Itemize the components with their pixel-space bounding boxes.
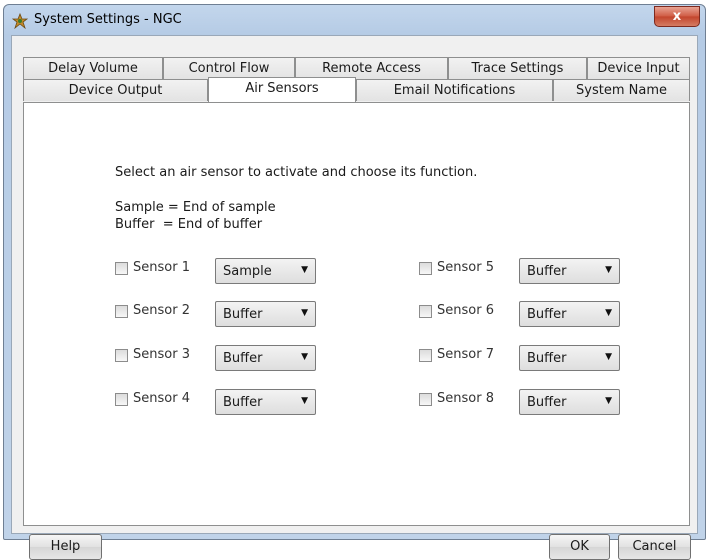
sensor-8-label: Sensor 8 xyxy=(437,391,494,406)
sensor-row-8: Sensor 8 Buffer ▼ xyxy=(419,389,624,415)
chevron-down-icon: ▼ xyxy=(301,265,308,275)
close-button[interactable]: x xyxy=(654,6,700,27)
sensor-5-label: Sensor 5 xyxy=(437,260,494,275)
sensor-row-3: Sensor 3 Buffer ▼ xyxy=(115,345,320,371)
tab-remote-access[interactable]: Remote Access xyxy=(295,57,448,79)
close-icon: x xyxy=(672,9,682,24)
sensor-3-checkbox[interactable] xyxy=(115,349,128,362)
chevron-down-icon: ▼ xyxy=(301,308,308,318)
dialog-client-area: Delay Volume Control Flow Remote Access … xyxy=(11,35,698,560)
instruction-text: Select an air sensor to activate and cho… xyxy=(115,165,478,180)
help-button[interactable]: Help xyxy=(29,534,102,560)
sensor-1-checkbox[interactable] xyxy=(115,262,128,275)
tab-control-flow[interactable]: Control Flow xyxy=(163,57,295,79)
sensor-5-function-select[interactable]: Buffer ▼ xyxy=(519,258,620,284)
sensor-4-checkbox[interactable] xyxy=(115,393,128,406)
sensor-8-function-select[interactable]: Buffer ▼ xyxy=(519,389,620,415)
chevron-down-icon: ▼ xyxy=(605,308,612,318)
chevron-down-icon: ▼ xyxy=(301,396,308,406)
tab-device-input[interactable]: Device Input xyxy=(587,57,690,79)
sensor-3-label: Sensor 3 xyxy=(133,347,190,362)
sensor-7-label: Sensor 7 xyxy=(437,347,494,362)
chevron-down-icon: ▼ xyxy=(605,396,612,406)
sensor-1-function-value: Sample xyxy=(223,264,272,279)
sensor-8-checkbox[interactable] xyxy=(419,393,432,406)
sensor-8-function-value: Buffer xyxy=(527,395,567,410)
sensor-2-function-select[interactable]: Buffer ▼ xyxy=(215,301,316,327)
sensor-2-function-value: Buffer xyxy=(223,307,263,322)
app-icon xyxy=(12,13,28,29)
sensor-row-5: Sensor 5 Buffer ▼ xyxy=(419,258,624,284)
tab-air-sensors[interactable]: Air Sensors xyxy=(208,77,356,102)
sensor-row-4: Sensor 4 Buffer ▼ xyxy=(115,389,320,415)
sensor-row-1: Sensor 1 Sample ▼ xyxy=(115,258,320,284)
sensor-4-function-select[interactable]: Buffer ▼ xyxy=(215,389,316,415)
tab-email-notifications[interactable]: Email Notifications xyxy=(356,79,553,101)
chevron-down-icon: ▼ xyxy=(605,265,612,275)
sensor-row-6: Sensor 6 Buffer ▼ xyxy=(419,301,624,327)
ok-button[interactable]: OK xyxy=(549,534,610,560)
legend-sample: Sample = End of sample xyxy=(115,200,276,215)
tab-system-name[interactable]: System Name xyxy=(553,79,690,101)
legend-buffer: Buffer = End of buffer xyxy=(115,217,263,232)
sensor-7-function-value: Buffer xyxy=(527,351,567,366)
title-bar[interactable]: System Settings - NGC x xyxy=(4,5,705,35)
sensor-6-label: Sensor 6 xyxy=(437,303,494,318)
sensor-3-function-select[interactable]: Buffer ▼ xyxy=(215,345,316,371)
tab-device-output[interactable]: Device Output xyxy=(23,79,208,101)
chevron-down-icon: ▼ xyxy=(605,352,612,362)
sensor-6-checkbox[interactable] xyxy=(419,305,432,318)
sensor-4-function-value: Buffer xyxy=(223,395,263,410)
sensor-3-function-value: Buffer xyxy=(223,351,263,366)
sensor-1-label: Sensor 1 xyxy=(133,260,190,275)
sensor-2-label: Sensor 2 xyxy=(133,303,190,318)
sensor-5-function-value: Buffer xyxy=(527,264,567,279)
sensor-7-checkbox[interactable] xyxy=(419,349,432,362)
sensor-5-checkbox[interactable] xyxy=(419,262,432,275)
sensor-row-2: Sensor 2 Buffer ▼ xyxy=(115,301,320,327)
cancel-button[interactable]: Cancel xyxy=(618,534,691,560)
window-title: System Settings - NGC xyxy=(34,12,182,27)
sensor-1-function-select[interactable]: Sample ▼ xyxy=(215,258,316,284)
sensor-7-function-select[interactable]: Buffer ▼ xyxy=(519,345,620,371)
sensor-2-checkbox[interactable] xyxy=(115,305,128,318)
sensor-row-7: Sensor 7 Buffer ▼ xyxy=(419,345,624,371)
sensor-4-label: Sensor 4 xyxy=(133,391,190,406)
tab-trace-settings[interactable]: Trace Settings xyxy=(448,57,587,79)
tab-delay-volume[interactable]: Delay Volume xyxy=(23,57,163,79)
sensor-6-function-select[interactable]: Buffer ▼ xyxy=(519,301,620,327)
system-settings-window: System Settings - NGC x Delay Volume Con… xyxy=(3,4,706,560)
chevron-down-icon: ▼ xyxy=(301,352,308,362)
sensor-6-function-value: Buffer xyxy=(527,307,567,322)
air-sensors-panel: Select an air sensor to activate and cho… xyxy=(23,102,690,526)
